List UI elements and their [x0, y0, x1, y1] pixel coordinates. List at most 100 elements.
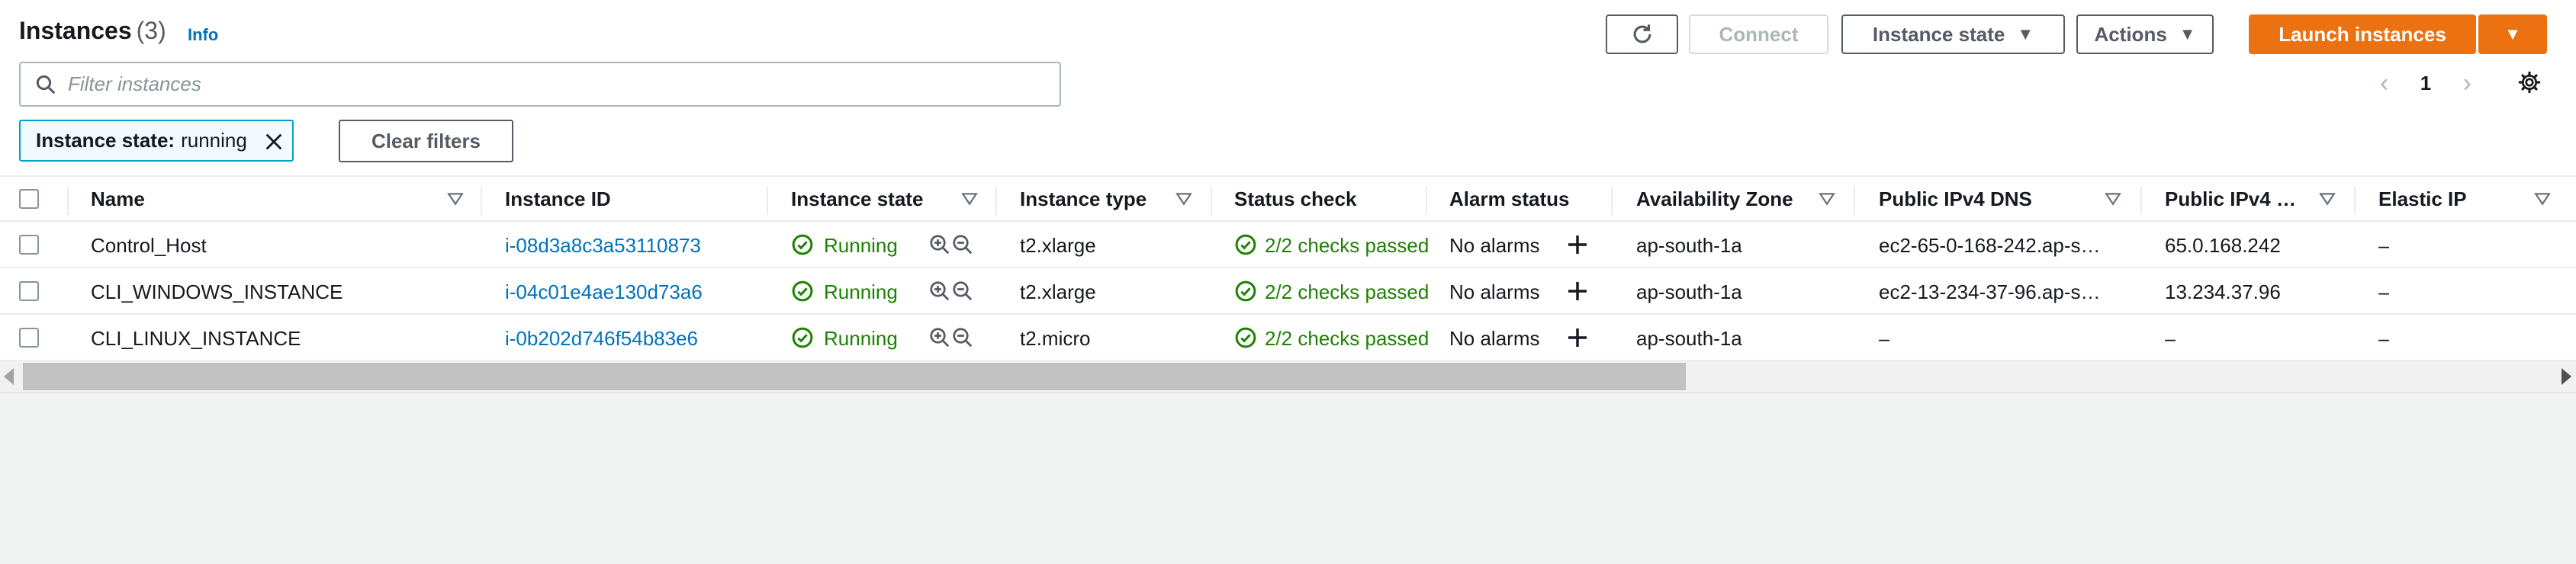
plus-icon[interactable] — [1565, 325, 1590, 350]
sort-icon[interactable] — [961, 192, 978, 206]
column-divider — [1211, 186, 1212, 215]
cell-instance-type: t2.xlarge — [1020, 234, 1096, 257]
column-header-public-ip[interactable]: Public IPv4 … — [2165, 187, 2296, 211]
check-circle-icon — [792, 327, 813, 348]
instance-state-dropdown[interactable]: Instance state ▼ — [1841, 14, 2065, 54]
instances-panel: Instances (3) Info Connect Instance state… — [0, 0, 2576, 393]
column-divider — [1426, 186, 1427, 215]
filter-key: Instance state: — [36, 129, 175, 152]
launch-instances-button[interactable]: Launch instances — [2249, 14, 2476, 54]
check-circle-icon — [1235, 280, 1256, 302]
column-header-alarm-status[interactable]: Alarm status — [1449, 187, 1570, 211]
cell-instance-id[interactable]: i-04c01e4ae130d73a6 — [505, 280, 703, 304]
check-circle-icon — [792, 280, 813, 302]
sort-icon[interactable] — [2534, 192, 2551, 206]
pagination: ‹ 1 › — [2380, 67, 2471, 99]
search-box[interactable] — [19, 62, 1061, 107]
sort-icon[interactable] — [1175, 192, 1192, 206]
column-divider — [1854, 186, 1855, 215]
cell-availability-zone: ap-south-1a — [1636, 280, 1742, 303]
sort-icon[interactable] — [1819, 192, 1835, 206]
instances-table: Name Instance ID Instance state Instance… — [0, 175, 2576, 361]
cell-instance-type: t2.micro — [1020, 327, 1091, 350]
page-number[interactable]: 1 — [2420, 72, 2431, 95]
cell-instance-type: t2.xlarge — [1020, 280, 1096, 303]
column-divider — [67, 186, 69, 215]
connect-button[interactable]: Connect — [1689, 14, 1828, 54]
column-header-name[interactable]: Name — [91, 187, 145, 211]
refresh-button[interactable] — [1606, 14, 1678, 54]
refresh-icon — [1633, 24, 1651, 43]
horizontal-scrollbar[interactable] — [0, 361, 2576, 393]
cell-instance-id[interactable]: i-08d3a8c3a53110873 — [505, 234, 701, 258]
cell-instance-id[interactable]: i-0b202d746f54b83e6 — [505, 327, 698, 351]
cell-name: CLI_LINUX_INSTANCE — [91, 327, 301, 350]
cell-availability-zone: ap-south-1a — [1636, 327, 1742, 350]
scroll-right-arrow[interactable] — [2562, 368, 2571, 385]
zoom-in-icon[interactable] — [928, 233, 951, 256]
zoom-in-icon[interactable] — [928, 280, 951, 303]
cell-name: Control_Host — [91, 234, 207, 257]
close-icon[interactable] — [263, 131, 285, 152]
check-circle-icon — [1235, 234, 1256, 255]
column-divider — [481, 186, 482, 215]
check-circle-icon — [1235, 327, 1256, 348]
sort-icon[interactable] — [2105, 192, 2121, 206]
zoom-in-icon[interactable] — [928, 326, 951, 349]
scroll-left-arrow[interactable] — [4, 368, 14, 385]
column-header-instance-id[interactable]: Instance ID — [505, 187, 611, 211]
launch-options-dropdown[interactable]: ▼ — [2478, 14, 2547, 54]
cell-alarm-status: No alarms — [1449, 327, 1540, 350]
plus-icon[interactable] — [1565, 232, 1590, 257]
instance-state-label: Instance state — [1872, 22, 2005, 46]
clear-filters-button[interactable]: Clear filters — [339, 120, 513, 162]
cell-public-ip: – — [2165, 327, 2176, 350]
scrollbar-thumb[interactable] — [23, 363, 1686, 390]
sort-icon[interactable] — [447, 192, 464, 206]
search-input[interactable] — [68, 72, 1060, 96]
info-link[interactable]: Info — [188, 25, 218, 45]
cell-status-check[interactable]: 2/2 checks passed — [1265, 327, 1429, 351]
cell-elastic-ip: – — [2378, 280, 2390, 303]
cell-name: CLI_WINDOWS_INSTANCE — [91, 280, 343, 303]
column-header-instance-type[interactable]: Instance type — [1020, 187, 1146, 211]
caret-down-icon: ▼ — [2179, 24, 2196, 43]
row-checkbox[interactable] — [19, 281, 39, 301]
cell-alarm-status: No alarms — [1449, 234, 1540, 257]
filter-value: running — [181, 129, 247, 152]
cell-instance-state: Running — [824, 327, 898, 350]
zoom-out-icon[interactable] — [951, 326, 974, 349]
title-text: Instances — [19, 17, 132, 44]
plus-icon[interactable] — [1565, 279, 1590, 303]
sort-icon[interactable] — [2319, 192, 2336, 206]
column-header-public-dns[interactable]: Public IPv4 DNS — [1879, 187, 2032, 211]
cell-public-dns: ec2-13-234-37-96.ap-s… — [1879, 280, 2101, 303]
column-header-elastic-ip[interactable]: Elastic IP — [2378, 187, 2467, 211]
cell-instance-state: Running — [824, 234, 898, 257]
table-row[interactable]: Control_Host i-08d3a8c3a53110873 Running… — [0, 222, 2576, 268]
row-checkbox[interactable] — [19, 235, 39, 255]
cell-status-check[interactable]: 2/2 checks passed — [1265, 280, 1429, 304]
chevron-left-icon[interactable]: ‹ — [2380, 70, 2388, 96]
row-checkbox[interactable] — [19, 328, 39, 348]
column-header-status-check[interactable]: Status check — [1234, 187, 1356, 211]
select-all-checkbox[interactable] — [19, 189, 39, 209]
zoom-out-icon[interactable] — [951, 233, 974, 256]
column-header-availability-zone[interactable]: Availability Zone — [1636, 187, 1793, 211]
caret-down-icon: ▼ — [2504, 24, 2521, 43]
table-row[interactable]: CLI_WINDOWS_INSTANCE i-04c01e4ae130d73a6… — [0, 268, 2576, 315]
actions-dropdown[interactable]: Actions ▼ — [2076, 14, 2214, 54]
zoom-out-icon[interactable] — [951, 280, 974, 303]
gear-icon[interactable] — [2517, 70, 2542, 95]
chevron-right-icon[interactable]: › — [2463, 70, 2471, 96]
cell-elastic-ip: – — [2378, 234, 2390, 257]
column-header-instance-state[interactable]: Instance state — [791, 187, 923, 211]
cell-status-check[interactable]: 2/2 checks passed — [1265, 234, 1429, 258]
cell-instance-state: Running — [824, 280, 898, 303]
cell-alarm-status: No alarms — [1449, 280, 1540, 303]
table-row[interactable]: CLI_LINUX_INSTANCE i-0b202d746f54b83e6 R… — [0, 315, 2576, 361]
caret-down-icon: ▼ — [2017, 24, 2034, 43]
column-divider — [767, 186, 768, 215]
table-header: Name Instance ID Instance state Instance… — [0, 175, 2576, 222]
check-circle-icon — [792, 234, 813, 255]
